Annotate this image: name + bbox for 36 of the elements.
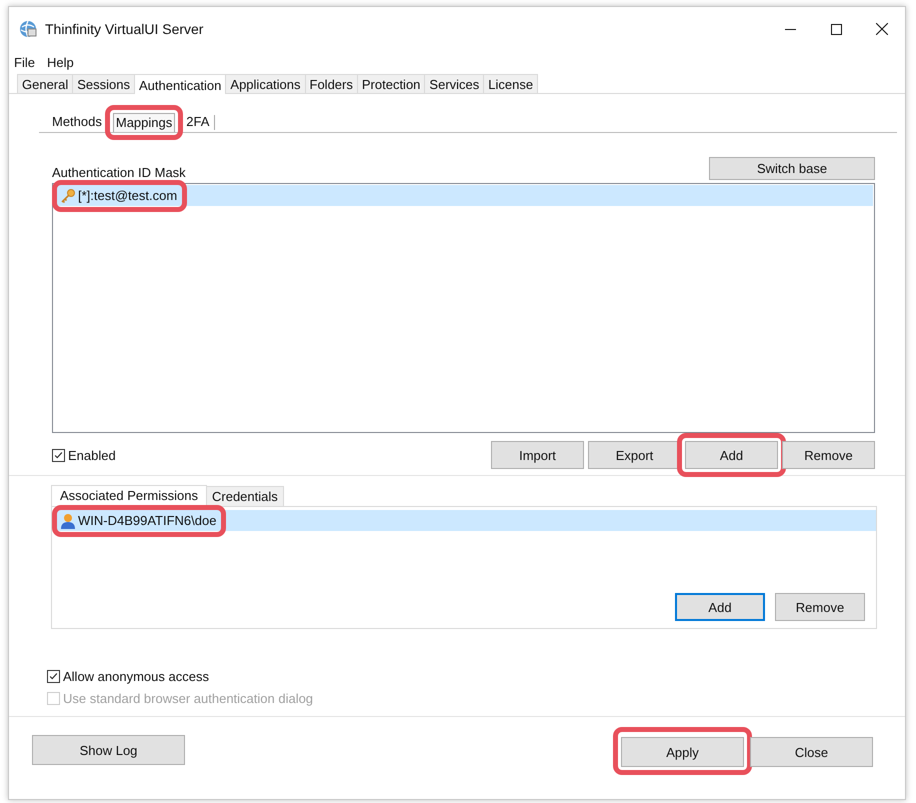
menu-item[interactable]: File	[14, 55, 35, 70]
action-button[interactable]: Remove	[782, 441, 875, 469]
tab[interactable]: Folders	[304, 74, 358, 93]
tab[interactable]: Protection	[356, 74, 426, 93]
tab[interactable]: General	[17, 74, 74, 93]
checkbox-label: Allow anonymous access	[63, 669, 209, 684]
tab[interactable]: 2FA	[183, 112, 212, 132]
panel-button[interactable]: Remove	[775, 593, 865, 621]
key-icon	[60, 188, 76, 204]
switch-base-button[interactable]: Switch base	[709, 157, 875, 180]
footer-button[interactable]: Show Log	[32, 735, 185, 765]
list-item[interactable]: [*]:test@test.com	[76, 188, 180, 204]
action-button[interactable]: Import	[491, 441, 584, 469]
globe-icon	[19, 20, 37, 38]
tab[interactable]: Associated Permissions	[51, 485, 207, 506]
panel-button[interactable]: Add	[675, 593, 765, 621]
tab[interactable]: License	[483, 74, 538, 93]
tab[interactable]: Services	[424, 74, 484, 93]
tab[interactable]: Mappings	[112, 113, 176, 132]
user-icon	[60, 512, 76, 528]
window-title: Thinfinity VirtualUI Server	[45, 21, 204, 37]
tab[interactable]: Authentication	[134, 74, 226, 94]
footer-button[interactable]: Close	[750, 737, 873, 767]
checkbox-label: Use standard browser authentication dialog	[63, 691, 314, 706]
checkbox-label: Enabled	[68, 448, 116, 462]
list-label: Authentication ID Mask	[52, 165, 186, 180]
menu-item[interactable]: Help	[46, 55, 74, 70]
tab[interactable]: Sessions	[72, 74, 135, 93]
list-item[interactable]: WIN-D4B99ATIFN6\doe	[76, 512, 218, 528]
tab[interactable]: Methods	[49, 112, 105, 132]
checkbox[interactable]	[47, 670, 60, 683]
action-button[interactable]: Add	[685, 441, 778, 469]
tab[interactable]: Credentials	[206, 486, 284, 506]
tab[interactable]: Applications	[225, 74, 306, 93]
footer-button[interactable]: Apply	[621, 737, 744, 767]
checkbox[interactable]	[52, 448, 65, 462]
